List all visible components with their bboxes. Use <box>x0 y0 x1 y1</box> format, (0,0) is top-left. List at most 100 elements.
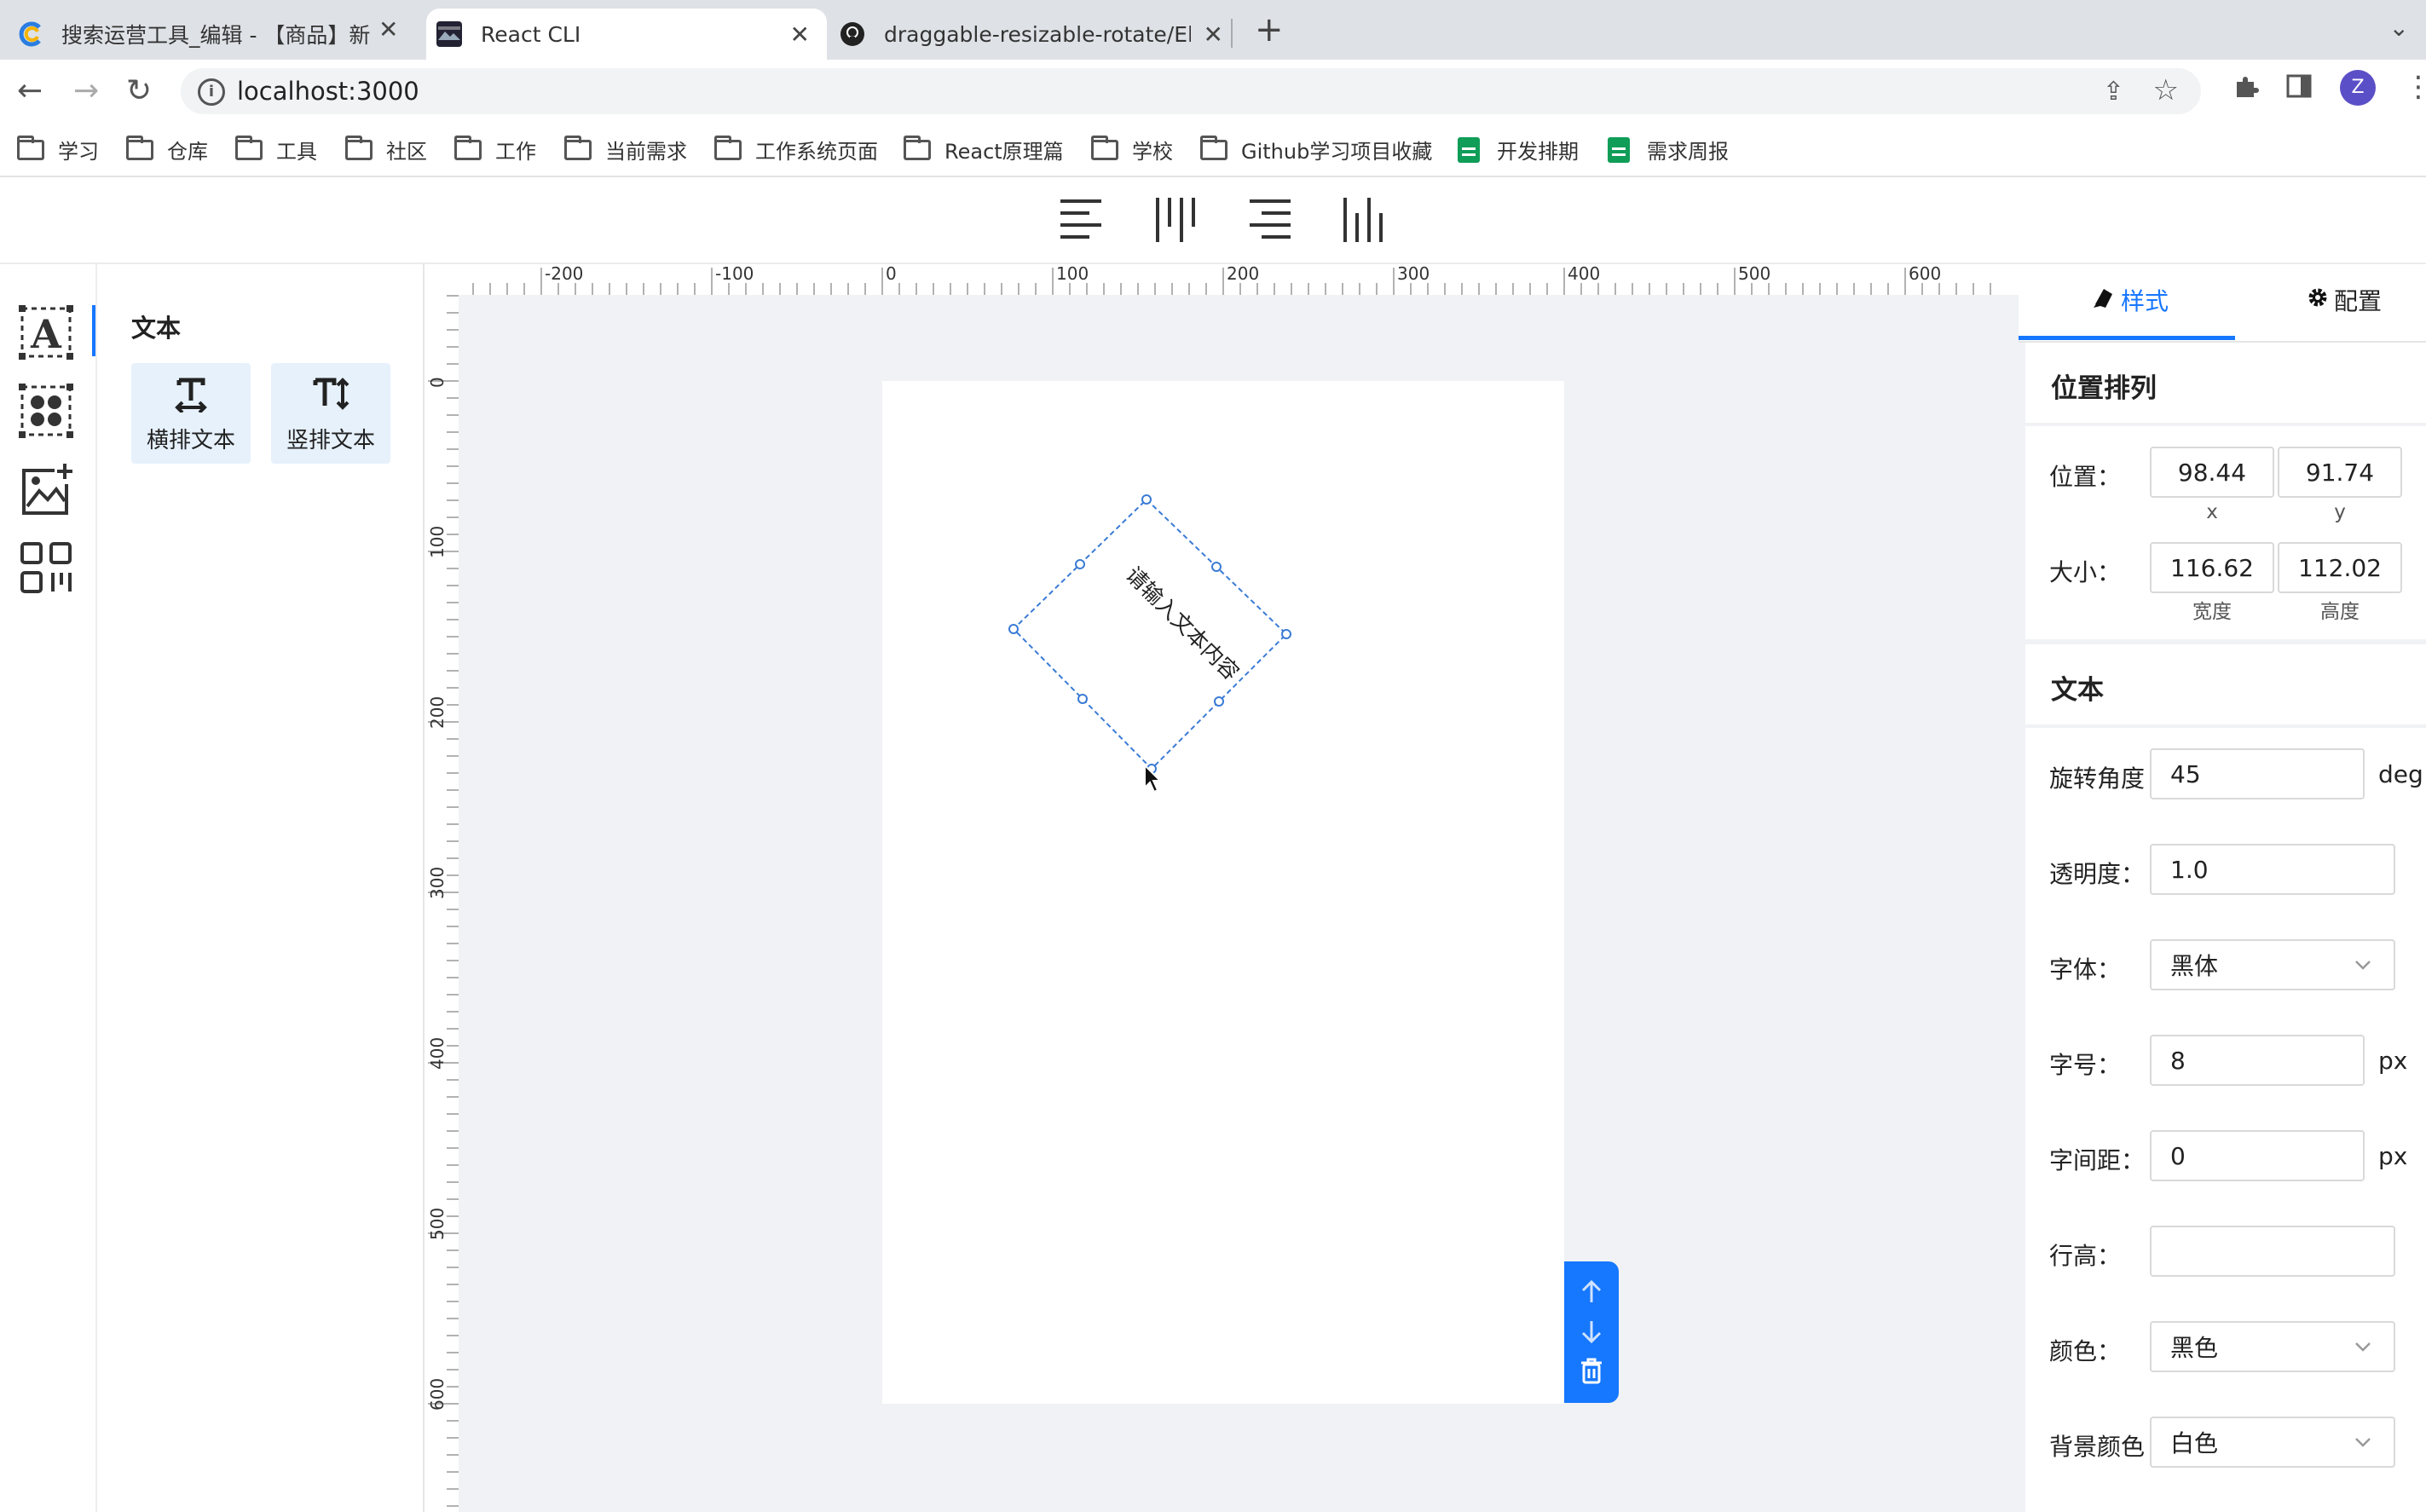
ruler-label: 400 <box>1568 264 1600 284</box>
bookmark-item[interactable]: 社区 <box>345 135 427 164</box>
tab-label: 配置 <box>2334 287 2383 315</box>
folder-icon <box>904 135 931 160</box>
bookmark-item[interactable]: 学习 <box>17 135 99 164</box>
sheets-icon <box>1458 136 1480 163</box>
font-size-label: 字号： <box>2049 1051 2122 1079</box>
letter-spacing-unit: px <box>2378 1142 2408 1170</box>
ruler-label: 0 <box>886 264 897 284</box>
line-height-input[interactable] <box>2150 1226 2395 1277</box>
y-input[interactable]: 91.74 <box>2278 447 2402 498</box>
chevron-down-icon <box>2351 953 2375 977</box>
bookmark-item[interactable]: 学校 <box>1091 135 1173 164</box>
omnibox[interactable]: i localhost:3000 ⇪ ☆ <box>181 68 2201 114</box>
profile-avatar[interactable]: Z <box>2340 70 2376 106</box>
shapes-tool-icon[interactable] <box>17 382 75 440</box>
move-down-arrow-icon[interactable] <box>1576 1316 1607 1347</box>
property-tabs: 样式 配置 <box>2019 264 2426 343</box>
ruler-label: 500 <box>427 1208 448 1240</box>
font-select[interactable]: 黑体 <box>2150 939 2395 990</box>
text-section: 文本 <box>2025 644 2426 724</box>
browser-tab-2[interactable]: React CLI ✕ <box>426 9 827 60</box>
ruler-label: 0 <box>427 377 448 388</box>
align-left-icon[interactable] <box>1055 193 1106 247</box>
bookmark-item[interactable]: 当前需求 <box>564 135 687 164</box>
bookmark-item[interactable]: 仓库 <box>126 135 208 164</box>
bookmark-label: 学习 <box>58 140 99 164</box>
rotation-input[interactable]: 45 <box>2150 748 2365 799</box>
ruler-label: -200 <box>545 264 583 284</box>
ruler-label: 600 <box>1909 264 1941 284</box>
side-panel-icon[interactable] <box>2286 73 2312 106</box>
close-tab-icon[interactable]: ✕ <box>790 20 810 49</box>
site-info-icon[interactable]: i <box>198 78 225 106</box>
folder-icon <box>714 135 742 160</box>
y-caption: y <box>2334 501 2346 523</box>
close-tab-icon[interactable]: ✕ <box>378 15 398 43</box>
text-tool-icon[interactable]: A <box>17 303 75 361</box>
delete-trash-icon[interactable] <box>1576 1355 1607 1386</box>
position-section: 位置排列 <box>2025 343 2426 423</box>
bookmark-item[interactable]: 工具 <box>235 135 317 164</box>
color-select[interactable]: 黑色 <box>2150 1321 2395 1372</box>
chevron-down-icon <box>2351 1335 2375 1359</box>
close-tab-icon[interactable]: ✕ <box>1204 20 1223 49</box>
selected-text-element[interactable]: 请输入文本内容 <box>1008 494 1291 774</box>
bookmark-item[interactable]: Github学习项目收藏 <box>1200 135 1432 164</box>
tab-style[interactable]: 样式 <box>2092 283 2169 317</box>
card-label: 竖排文本 <box>286 428 375 453</box>
browser-tab-1[interactable]: 搜索运营工具_编辑 - 【商品】新 <box>17 9 418 60</box>
width-caption: 宽度 <box>2192 601 2232 623</box>
bookmark-item[interactable]: 工作系统页面 <box>714 135 878 164</box>
bookmark-item[interactable]: 开发排期 <box>1458 135 1579 164</box>
font-size-input[interactable]: 8 <box>2150 1035 2365 1086</box>
align-vertical-bottom-icon[interactable] <box>1338 193 1389 247</box>
bookmark-item[interactable]: 工作 <box>454 135 536 164</box>
font-label: 字体： <box>2049 955 2122 984</box>
component-panel: 文本 横排文本 竖排文本 <box>95 264 425 1512</box>
card-label: 横排文本 <box>146 428 235 453</box>
letter-spacing-input[interactable]: 0 <box>2150 1130 2365 1181</box>
bookmark-star-icon[interactable]: ☆ <box>2153 73 2179 107</box>
browser-tab-title: draggable-resizable-rotate/Ele <box>884 21 1191 47</box>
bg-color-select[interactable]: 白色 <box>2150 1417 2395 1468</box>
vertical-text-icon <box>271 375 390 420</box>
move-up-arrow-icon[interactable] <box>1576 1277 1607 1307</box>
horizontal-text-icon <box>131 375 251 420</box>
bookmark-label: 学校 <box>1132 140 1173 164</box>
browser-tab-bar: 搜索运营工具_编辑 - 【商品】新 React CLI ✕ draggable-… <box>0 0 2426 60</box>
browser-menu-icon[interactable]: ⋮ <box>2404 70 2426 104</box>
horizontal-text-card[interactable]: 横排文本 <box>131 363 251 464</box>
tab-separator <box>1231 19 1233 48</box>
bookmark-item[interactable]: React原理篇 <box>904 135 1064 164</box>
tab-search-chevron-icon[interactable]: ⌄ <box>2389 14 2409 42</box>
forward-arrow-icon[interactable]: → <box>73 73 99 108</box>
extensions-puzzle-icon[interactable] <box>2233 73 2261 107</box>
browser-tab-3[interactable]: draggable-resizable-rotate/Ele ✕ <box>840 9 1240 60</box>
horizontal-ruler: -200 -100 0 100 200 300 400 500 600 <box>425 264 2019 295</box>
qrcode-tool-icon[interactable] <box>17 539 75 597</box>
bookmark-label: 仓库 <box>167 140 208 164</box>
back-arrow-icon[interactable]: ← <box>17 73 43 108</box>
svg-text:A: A <box>30 311 62 357</box>
width-input[interactable]: 116.62 <box>2150 542 2274 593</box>
new-tab-plus-icon[interactable]: + <box>1255 10 1284 49</box>
section-title: 文本 <box>2051 675 2104 706</box>
opacity-input[interactable]: 1.0 <box>2150 844 2395 895</box>
reload-icon[interactable]: ↻ <box>126 73 152 108</box>
align-vertical-top-icon[interactable] <box>1151 193 1202 247</box>
image-tool-icon[interactable] <box>17 462 75 520</box>
x-input[interactable]: 98.44 <box>2150 447 2274 498</box>
align-right-icon[interactable] <box>1245 193 1296 247</box>
bookmark-item[interactable]: 需求周报 <box>1608 135 1729 164</box>
bookmarks-bar: 学习 仓库 工具 社区 工作 当前需求 工作系统页面 React原理篇 学校 G… <box>0 123 2426 177</box>
vertical-text-card[interactable]: 竖排文本 <box>271 363 390 464</box>
tab-config[interactable]: 配置 <box>2307 283 2382 317</box>
bookmark-label: 需求周报 <box>1647 140 1729 164</box>
react-cli-favicon-icon <box>436 21 462 47</box>
share-icon[interactable]: ⇪ <box>2103 77 2124 107</box>
ruler-label: 300 <box>1397 264 1430 284</box>
height-input[interactable]: 112.02 <box>2278 542 2402 593</box>
text-fields: 旋转角度 45 deg 透明度： 1.0 字体： 黑体 字号： 8 px 字间距… <box>2025 728 2426 1512</box>
letter-spacing-label: 字间距： <box>2049 1146 2146 1174</box>
sheets-icon <box>1608 136 1630 163</box>
